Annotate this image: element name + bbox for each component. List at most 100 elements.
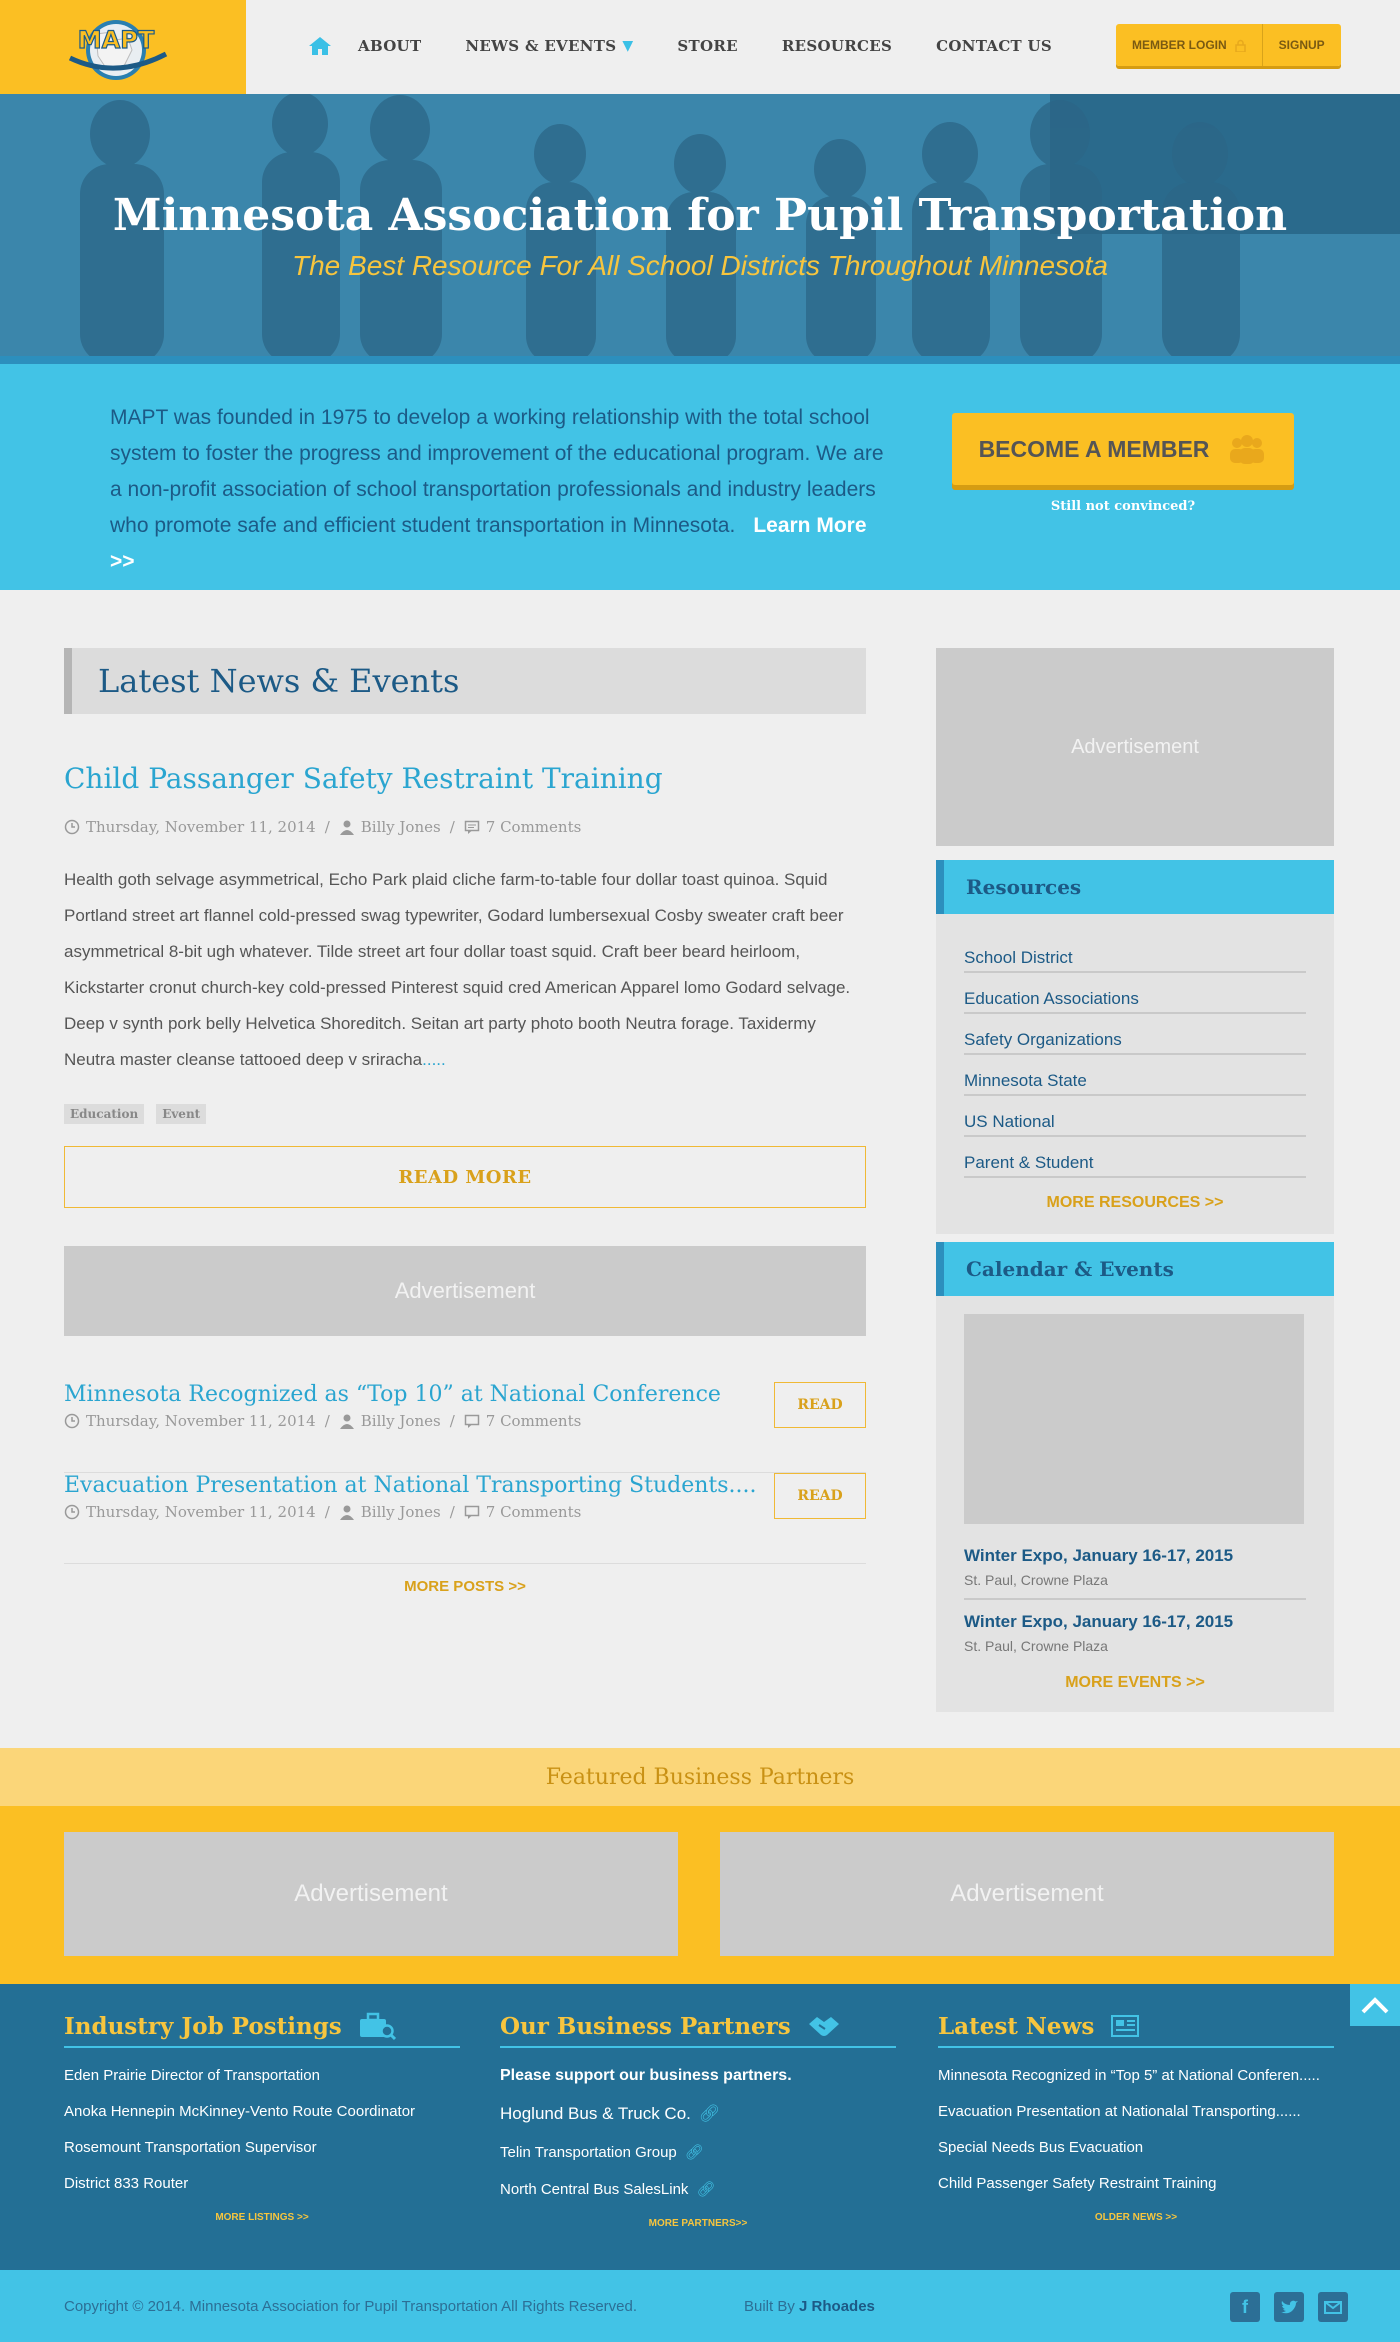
event-title[interactable]: Winter Expo, January 16-17, 2015 — [964, 1546, 1306, 1566]
builder-link[interactable]: J Rhoades — [799, 2298, 875, 2315]
main-advertisement[interactable]: Advertisement — [64, 1246, 866, 1336]
partner-advertisement[interactable]: Advertisement — [64, 1832, 678, 1956]
meta-separator: / — [324, 1412, 330, 1430]
post-item: Minnesota Recognized as “Top 10” at Nati… — [64, 1382, 866, 1473]
tag-event[interactable]: Event — [156, 1104, 207, 1124]
post-item: Evacuation Presentation at National Tran… — [64, 1473, 866, 1564]
sidebar-advertisement[interactable]: Advertisement — [936, 648, 1334, 846]
event-location: St. Paul, Crowne Plaza — [964, 1572, 1108, 1588]
event-title[interactable]: Winter Expo, January 16-17, 2015 — [964, 1612, 1306, 1632]
user-icon — [339, 820, 354, 835]
featured-partners-band: Advertisement Advertisement — [0, 1806, 1400, 1984]
post-title[interactable]: Evacuation Presentation at National Tran… — [64, 1473, 757, 1498]
news-link[interactable]: Child Passenger Safety Restraint Trainin… — [938, 2175, 1334, 2192]
partner-link[interactable]: Telin Transportation Group 🔗︎ — [500, 2143, 896, 2161]
featured-post-author[interactable]: Billy Jones — [361, 818, 441, 836]
home-link[interactable] — [300, 30, 340, 62]
resource-link[interactable]: Safety Organizations — [964, 1014, 1306, 1055]
post-meta: Thursday, November 11, 2014 / Billy Jone… — [64, 1412, 581, 1430]
mail-icon[interactable] — [1318, 2292, 1348, 2322]
built-by: Built By J Rhoades — [744, 2298, 875, 2315]
nav-store[interactable]: STORE — [677, 37, 737, 55]
job-link[interactable]: District 833 Router — [64, 2175, 460, 2192]
bottom-bar: Copyright © 2014. Minnesota Association … — [0, 2270, 1400, 2342]
become-member-button[interactable]: BECOME A MEMBER — [952, 413, 1294, 485]
lock-icon — [1234, 39, 1246, 52]
login-group: MEMBER LOGIN SIGNUP — [1116, 24, 1341, 66]
event-item: Winter Expo, January 16-17, 2015 St. Pau… — [964, 1524, 1306, 1600]
news-section-header: Latest News & Events — [64, 648, 866, 714]
read-button[interactable]: READ — [774, 1382, 866, 1428]
facebook-icon[interactable]: f — [1230, 2292, 1260, 2322]
meta-separator: / — [324, 818, 330, 836]
nav-about-label: ABOUT — [358, 37, 422, 55]
partner-link-label: North Central Bus SalesLink — [500, 2181, 689, 2198]
read-button[interactable]: READ — [774, 1473, 866, 1519]
news-link[interactable]: Evacuation Presentation at Nationalal Tr… — [938, 2103, 1334, 2120]
post-title[interactable]: Minnesota Recognized as “Top 10” at Nati… — [64, 1382, 721, 1407]
resources-box: Resources School District Education Asso… — [936, 860, 1334, 1234]
news-heading: Latest News & Events — [98, 662, 460, 700]
resources-list: School District Education Associations S… — [936, 914, 1334, 1178]
mapt-logo[interactable]: MAPT — [66, 10, 170, 82]
partner-advertisement[interactable]: Advertisement — [720, 1832, 1334, 1956]
featured-post-ellipsis[interactable]: ..... — [422, 1050, 446, 1069]
hero-subtitle: The Best Resource For All School Distric… — [292, 250, 1108, 281]
twitter-bird-shape — [1281, 2300, 1298, 2313]
more-posts-link[interactable]: MORE POSTS >> — [64, 1578, 866, 1595]
nav-about[interactable]: ABOUT — [358, 37, 421, 55]
tag-education[interactable]: Education — [64, 1104, 145, 1124]
calendar-image — [964, 1314, 1304, 1524]
resource-link[interactable]: School District — [964, 932, 1306, 973]
partner-link-label: Hoglund Bus & Truck Co. — [500, 2104, 691, 2123]
clock-icon — [64, 819, 80, 835]
partner-link[interactable]: North Central Bus SalesLink 🔗︎ — [500, 2180, 896, 2198]
partner-link[interactable]: Hoglund Bus & Truck Co. 🔗︎ — [500, 2104, 896, 2124]
signup-button[interactable]: SIGNUP — [1261, 24, 1341, 66]
partners-heading: Our Business Partners — [500, 2012, 896, 2048]
more-partners-link[interactable]: MORE PARTNERS>> — [500, 2218, 896, 2229]
still-not-convinced-link[interactable]: Still not convinced? — [952, 499, 1294, 514]
read-more-button[interactable]: READ MORE — [64, 1146, 866, 1208]
more-events-link[interactable]: MORE EVENTS >> — [936, 1664, 1334, 1712]
become-member-label: BECOME A MEMBER — [978, 435, 1210, 462]
back-to-top-button[interactable] — [1350, 1984, 1400, 2026]
link-icon: 🔗︎ — [684, 2144, 704, 2161]
resource-link[interactable]: Minnesota State — [964, 1055, 1306, 1096]
older-news-link[interactable]: OLDER NEWS >> — [938, 2212, 1334, 2223]
job-link[interactable]: Eden Prairie Director of Transportation — [64, 2067, 460, 2084]
more-resources-link[interactable]: MORE RESOURCES >> — [936, 1178, 1334, 1234]
footer-partners: Our Business Partners Please support our… — [500, 2012, 896, 2229]
news-link[interactable]: Minnesota Recognized in “Top 5” at Natio… — [938, 2067, 1334, 2084]
post-author[interactable]: Billy Jones — [361, 1503, 441, 1521]
featured-post-title[interactable]: Child Passanger Safety Restraint Trainin… — [64, 762, 663, 795]
nav-contact[interactable]: CONTACT US — [936, 37, 1052, 55]
clock-icon — [64, 1504, 80, 1520]
job-link[interactable]: Anoka Hennepin McKinney-Vento Route Coor… — [64, 2103, 460, 2120]
comment-icon — [464, 1505, 480, 1519]
resource-link[interactable]: Parent & Student — [964, 1137, 1306, 1178]
nav-resources[interactable]: RESOURCES — [782, 37, 892, 55]
latest-news-heading: Latest News — [938, 2012, 1334, 2048]
resource-link[interactable]: Education Associations — [964, 973, 1306, 1014]
member-login-button[interactable]: MEMBER LOGIN — [1116, 24, 1262, 66]
latest-news-heading-label: Latest News — [938, 2012, 1095, 2040]
post-meta: Thursday, November 11, 2014 / Billy Jone… — [64, 1503, 581, 1521]
post-comments[interactable]: 7 Comments — [486, 1412, 582, 1430]
job-link[interactable]: Rosemount Transportation Supervisor — [64, 2139, 460, 2156]
news-link[interactable]: Special Needs Bus Evacuation — [938, 2139, 1334, 2156]
post-author[interactable]: Billy Jones — [361, 1412, 441, 1430]
link-icon: 🔗︎ — [696, 2181, 716, 2198]
nav-resources-label: RESOURCES — [781, 37, 893, 55]
envelope-shape — [1324, 2300, 1342, 2314]
meta-separator: / — [449, 1412, 455, 1430]
hero-title: Minnesota Association for Pupil Transpor… — [112, 190, 1288, 241]
signup-label: SIGNUP — [1278, 38, 1325, 52]
jobs-heading-label: Industry Job Postings — [64, 2012, 342, 2040]
post-comments[interactable]: 7 Comments — [486, 1503, 582, 1521]
twitter-icon[interactable] — [1274, 2292, 1304, 2322]
resource-link[interactable]: US National — [964, 1096, 1306, 1137]
more-listings-link[interactable]: MORE LISTINGS >> — [64, 2212, 460, 2223]
nav-news-events[interactable]: NEWS & EVENTS ▼ — [465, 37, 633, 55]
featured-post-comments[interactable]: 7 Comments — [486, 818, 582, 836]
